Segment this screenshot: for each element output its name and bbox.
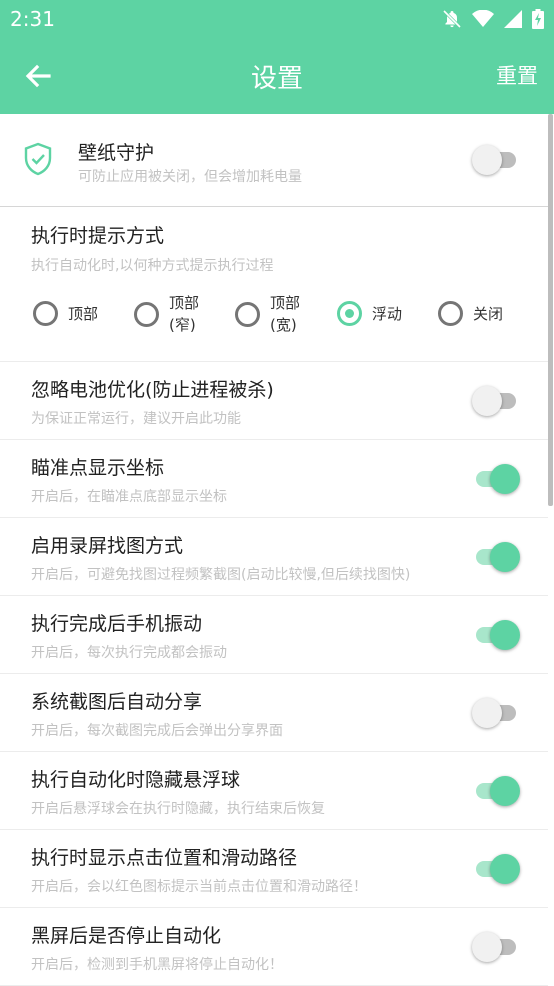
setting-subtitle: 为保证正常运行，建议开启此功能 bbox=[31, 411, 241, 427]
setting-row[interactable]: 执行自动化时隐藏悬浮球 开启后悬浮球会在执行时隐藏，执行结束后恢复 bbox=[0, 752, 548, 830]
notifications-off-icon bbox=[442, 9, 462, 29]
setting-row[interactable]: 忽略电池优化(防止进程被杀) 为保证正常运行，建议开启此功能 bbox=[0, 362, 548, 440]
radio-option[interactable]: 浮动 bbox=[337, 301, 402, 326]
switch-thumb bbox=[490, 541, 520, 572]
setting-title: 瞄准点显示坐标 bbox=[31, 457, 165, 479]
setting-row[interactable]: 系统截图后自动分享 开启后，每次截图完成后会弹出分享界面 bbox=[0, 674, 548, 752]
radio-circle bbox=[134, 301, 159, 327]
setting-subtitle: 执行自动化时,以何种方式提示执行过程 bbox=[31, 258, 274, 274]
reset-button[interactable]: 重置 bbox=[496, 60, 538, 90]
radio-label: 顶部 (窄) bbox=[169, 294, 200, 334]
setting-title: 壁纸守护 bbox=[78, 142, 155, 164]
radio-circle bbox=[337, 301, 362, 326]
radio-label: 关闭 bbox=[473, 304, 504, 323]
radio-label: 顶部 (宽) bbox=[270, 294, 301, 334]
radio-label: 浮动 bbox=[372, 304, 403, 323]
setting-title: 执行自动化时隐藏悬浮球 bbox=[31, 769, 241, 791]
setting-title: 执行时提示方式 bbox=[31, 225, 165, 247]
setting-row[interactable]: 瞄准点显示坐标 开启后，在瞄准点底部显示坐标 bbox=[0, 440, 548, 518]
switch-thumb bbox=[490, 853, 520, 884]
setting-title: 执行时显示点击位置和滑动路径 bbox=[31, 847, 298, 869]
wifi-icon bbox=[472, 10, 494, 28]
radio-option[interactable]: 关闭 bbox=[438, 301, 503, 326]
setting-switch[interactable] bbox=[472, 619, 520, 650]
notify-mode-radio-group: 顶部 顶部 (窄) 顶部 (宽) 浮动 关闭 bbox=[0, 292, 548, 351]
radio-circle bbox=[235, 301, 260, 327]
setting-subtitle: 开启后悬浮球会在执行时隐藏，执行结束后恢复 bbox=[31, 801, 325, 817]
status-time: 2:31 bbox=[10, 7, 55, 31]
settings-list: 壁纸守护 可防止应用被关闭，但会增加耗电量 执行时提示方式 执行自动化时,以何种… bbox=[0, 114, 548, 986]
setting-row[interactable]: 执行完成后手机振动 开启后，每次执行完成都会振动 bbox=[0, 596, 548, 674]
scrollbar[interactable] bbox=[548, 114, 553, 506]
battery-charging-icon bbox=[532, 9, 544, 29]
setting-subtitle: 开启后，每次截图完成后会弹出分享界面 bbox=[31, 723, 283, 739]
shield-check-icon bbox=[23, 142, 53, 180]
setting-switch[interactable] bbox=[472, 541, 520, 572]
setting-subtitle: 开启后，可避免找图过程频繁截图(启动比较慢,但后续找图快) bbox=[31, 567, 411, 583]
setting-title: 执行完成后手机振动 bbox=[31, 613, 203, 635]
setting-subtitle: 开启后，每次执行完成都会振动 bbox=[31, 645, 227, 661]
status-icons bbox=[442, 9, 544, 29]
switch-thumb bbox=[490, 775, 520, 806]
radio-option[interactable]: 顶部 bbox=[33, 301, 98, 326]
setting-title: 系统截图后自动分享 bbox=[31, 691, 203, 713]
switch-thumb bbox=[490, 463, 520, 494]
setting-row[interactable]: 启用录屏找图方式 开启后，可避免找图过程频繁截图(启动比较慢,但后续找图快) bbox=[0, 518, 548, 596]
wallpaper-guard-row[interactable]: 壁纸守护 可防止应用被关闭，但会增加耗电量 bbox=[0, 114, 548, 207]
setting-subtitle: 开启后，在瞄准点底部显示坐标 bbox=[31, 489, 227, 505]
setting-row[interactable]: 黑屏后是否停止自动化 开启后，检测到手机黑屏将停止自动化！ bbox=[0, 908, 548, 986]
setting-switch[interactable] bbox=[472, 931, 518, 962]
switch-thumb bbox=[490, 619, 520, 650]
status-bar: 2:31 bbox=[0, 0, 554, 38]
app-bar: 设置 重置 bbox=[0, 38, 554, 114]
radio-option[interactable]: 顶部 (窄) bbox=[134, 292, 199, 336]
radio-option[interactable]: 顶部 (宽) bbox=[235, 292, 300, 336]
setting-title: 忽略电池优化(防止进程被杀) bbox=[31, 379, 274, 401]
notify-mode-section: 执行时提示方式 执行自动化时,以何种方式提示执行过程 顶部 顶部 (窄) 顶部 (宽… bbox=[0, 207, 548, 362]
switch-thumb bbox=[472, 697, 502, 728]
radio-circle bbox=[33, 301, 58, 326]
switch-thumb bbox=[472, 145, 502, 175]
page-title: 设置 bbox=[250, 64, 303, 94]
setting-switch[interactable] bbox=[472, 463, 520, 494]
setting-switch[interactable] bbox=[472, 385, 518, 416]
setting-title: 黑屏后是否停止自动化 bbox=[31, 925, 222, 947]
setting-subtitle: 开启后，会以红色图标提示当前点击位置和滑动路径！ bbox=[31, 879, 367, 895]
setting-switch[interactable] bbox=[472, 775, 520, 806]
radio-circle bbox=[438, 301, 463, 326]
setting-switch[interactable] bbox=[472, 697, 518, 728]
switch-thumb bbox=[472, 385, 502, 416]
signal-icon bbox=[504, 10, 522, 28]
wallpaper-guard-switch[interactable] bbox=[472, 145, 518, 175]
setting-title: 启用录屏找图方式 bbox=[31, 535, 184, 557]
setting-row[interactable]: 执行时显示点击位置和滑动路径 开启后，会以红色图标提示当前点击位置和滑动路径！ bbox=[0, 830, 548, 908]
setting-subtitle: 可防止应用被关闭，但会增加耗电量 bbox=[78, 169, 302, 185]
radio-label: 顶部 bbox=[68, 304, 99, 323]
switch-thumb bbox=[472, 931, 502, 962]
setting-subtitle: 开启后，检测到手机黑屏将停止自动化！ bbox=[31, 957, 283, 973]
setting-switch[interactable] bbox=[472, 853, 520, 884]
